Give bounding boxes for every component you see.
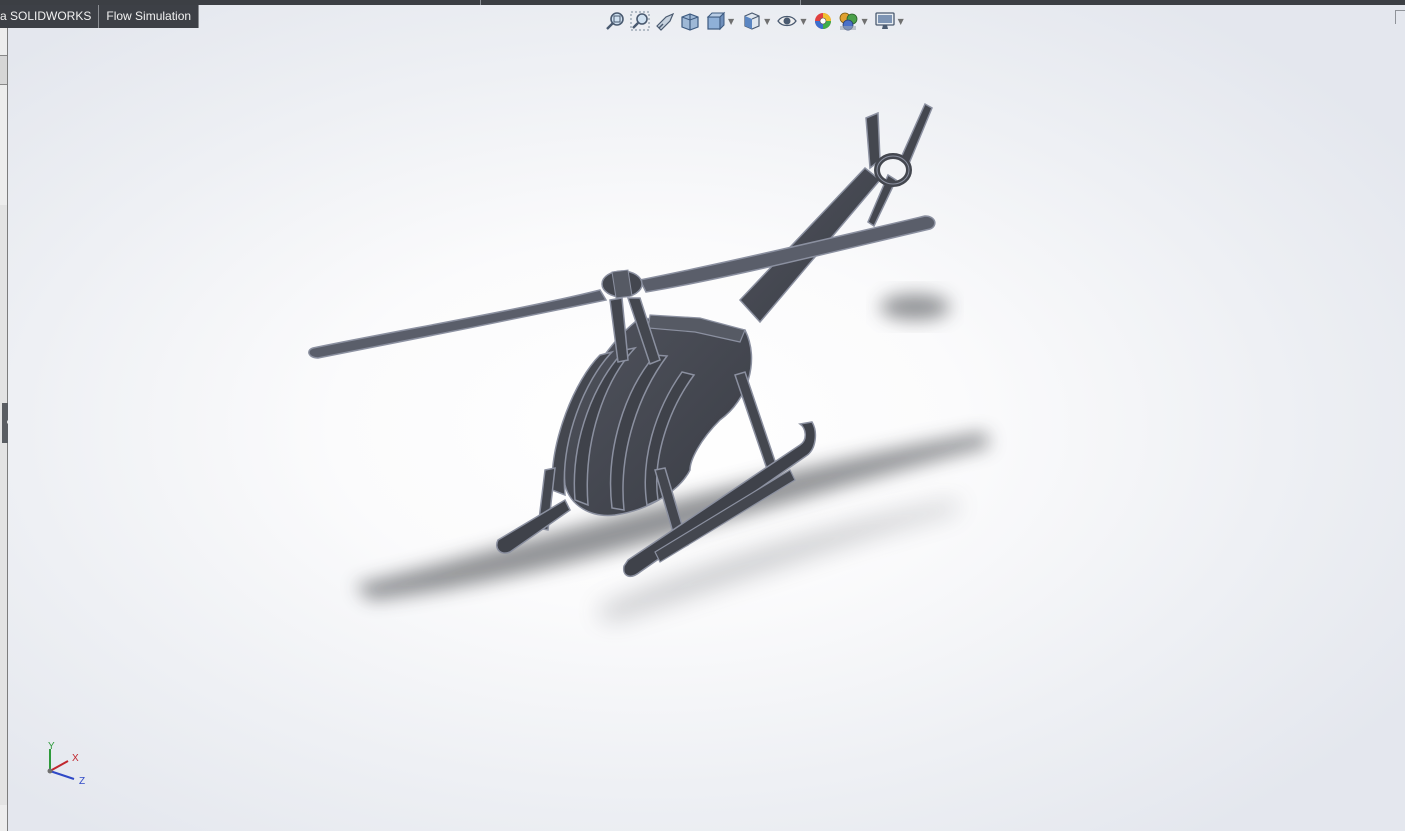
- edit-appearance-icon[interactable]: [812, 10, 834, 32]
- zoom-to-area-icon[interactable]: [629, 10, 651, 32]
- view-orientation-icon[interactable]: [740, 10, 762, 32]
- view-orientation-dropdown[interactable]: ▼: [764, 17, 770, 26]
- triad-z-label: Z: [79, 776, 86, 787]
- tab-solidworks-addins[interactable]: a SOLIDWORKS: [0, 5, 100, 28]
- view-settings-dropdown[interactable]: ▼: [898, 17, 904, 26]
- hide-show-items-dropdown[interactable]: ▼: [800, 17, 806, 26]
- previous-view-icon[interactable]: [654, 10, 676, 32]
- command-manager-tabs: a SOLIDWORKS Flow Simulation: [0, 5, 200, 28]
- tail-boom: [738, 102, 933, 324]
- feature-manager-collapsed-pane: [0, 5, 16, 831]
- apply-scene-dropdown[interactable]: ▼: [861, 17, 867, 26]
- heads-up-view-toolbar: ▼ ▼ ▼ ▼ ▼: [604, 9, 910, 33]
- solidworks-window: Y X Z a SOLIDWORKS Flow Simulation ▼ ▼ ▼…: [0, 0, 1405, 831]
- dynamic-annotation-views-icon[interactable]: [704, 10, 726, 32]
- graphics-area[interactable]: Y X Z: [8, 5, 1405, 831]
- tab-flow-simulation[interactable]: Flow Simulation: [99, 5, 200, 28]
- triad-y-label: Y: [48, 741, 55, 752]
- triad-x-label: X: [72, 753, 79, 764]
- hide-show-items-icon[interactable]: [776, 10, 798, 32]
- view-settings-icon[interactable]: [874, 10, 896, 32]
- apply-scene-icon[interactable]: [837, 10, 859, 32]
- section-view-icon[interactable]: [679, 10, 701, 32]
- dynamic-annotation-views-dropdown[interactable]: ▼: [728, 17, 734, 26]
- helicopter-model[interactable]: [8, 5, 1405, 831]
- reference-triad: Y X Z: [38, 737, 88, 787]
- zoom-to-fit-icon[interactable]: [604, 10, 626, 32]
